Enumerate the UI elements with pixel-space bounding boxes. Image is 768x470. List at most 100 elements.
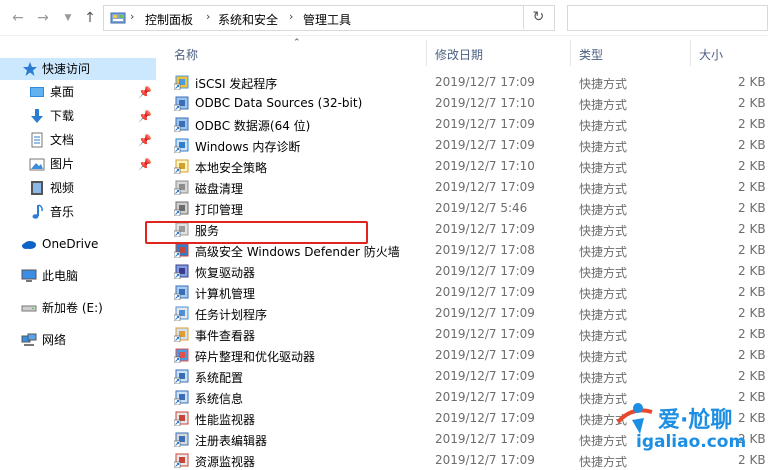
pin-icon[interactable]: 📌 — [138, 82, 152, 104]
sidebar-item-label: 快速访问 — [42, 62, 91, 76]
file-size: 2 KB — [738, 222, 766, 236]
file-type: 快捷方式 — [579, 203, 628, 217]
file-name: Windows 内存诊断 — [195, 140, 301, 154]
file-row[interactable]: 高级安全 Windows Defender 防火墙 2019/12/7 17:08… — [156, 240, 768, 261]
file-name: ODBC 数据源(64 位) — [195, 119, 311, 133]
pin-icon[interactable]: 📌 — [138, 106, 152, 128]
column-divider[interactable] — [426, 40, 427, 66]
file-row[interactable]: 计算机管理 2019/12/7 17:09 快捷方式 2 KB — [156, 282, 768, 303]
sidebar-item-new-volume[interactable]: 新加卷 (E:) — [0, 297, 156, 319]
video-icon — [31, 181, 43, 195]
download-icon — [31, 109, 43, 123]
breadcrumb-separator-icon: › — [289, 10, 294, 23]
sidebar-item-videos[interactable]: 视频 — [0, 177, 156, 199]
file-name: 系统信息 — [195, 392, 244, 406]
sidebar-item-this-pc[interactable]: 此电脑 — [0, 265, 156, 287]
sidebar-item-network[interactable]: 网络 — [0, 329, 156, 351]
sidebar-item-downloads[interactable]: 下载 📌 — [0, 105, 156, 127]
column-header-date[interactable]: 修改日期 — [435, 46, 483, 63]
breadcrumb-system-security[interactable]: 系统和安全 — [218, 11, 278, 28]
watermark: 爱·尬聊 igaliao.com — [612, 398, 768, 470]
file-name: 事件查看器 — [195, 329, 256, 343]
shortcut-icon — [174, 432, 189, 447]
file-date: 2019/12/7 17:10 — [435, 159, 535, 173]
file-row[interactable]: 磁盘清理 2019/12/7 17:09 快捷方式 2 KB — [156, 177, 768, 198]
shortcut-icon — [174, 285, 189, 300]
sidebar-item-quick-access[interactable]: 快速访问 — [0, 58, 156, 80]
pin-icon[interactable]: 📌 — [138, 130, 152, 152]
sidebar-item-label: 下载 — [50, 109, 75, 123]
column-header-type[interactable]: 类型 — [579, 46, 603, 63]
address-bar[interactable]: › 控制面板 › 系统和安全 › 管理工具 ⌄ — [103, 5, 611, 31]
shortcut-icon — [174, 222, 189, 237]
file-date: 2019/12/7 17:09 — [435, 306, 535, 320]
sidebar-item-label: 桌面 — [50, 85, 75, 99]
file-name: 性能监视器 — [195, 413, 256, 427]
file-row[interactable]: 恢复驱动器 2019/12/7 17:09 快捷方式 2 KB — [156, 261, 768, 282]
sidebar-item-pictures[interactable]: 图片 📌 — [0, 153, 156, 175]
file-type: 快捷方式 — [579, 287, 628, 301]
file-date: 2019/12/7 17:09 — [435, 369, 535, 383]
file-row[interactable]: Windows 内存诊断 2019/12/7 17:09 快捷方式 2 KB — [156, 135, 768, 156]
column-header-size[interactable]: 大小 — [699, 46, 723, 63]
file-name: 碎片整理和优化驱动器 — [195, 350, 316, 364]
file-type: 快捷方式 — [579, 308, 628, 322]
sidebar-item-onedrive[interactable]: OneDrive — [0, 233, 156, 255]
file-date: 2019/12/7 17:09 — [435, 222, 535, 236]
column-divider[interactable] — [690, 40, 691, 66]
file-size: 2 KB — [738, 327, 766, 341]
shortcut-icon — [174, 138, 189, 153]
sidebar-item-documents[interactable]: 文档 📌 — [0, 129, 156, 151]
arrow-left-icon[interactable]: ← — [8, 8, 28, 28]
search-input[interactable] — [567, 5, 768, 31]
sidebar-item-label: 图片 — [50, 157, 75, 171]
file-row[interactable]: 系统配置 2019/12/7 17:09 快捷方式 2 KB — [156, 366, 768, 387]
file-name: 本地安全策略 — [195, 161, 268, 175]
file-row[interactable]: 任务计划程序 2019/12/7 17:09 快捷方式 2 KB — [156, 303, 768, 324]
breadcrumb-admin-tools[interactable]: 管理工具 — [303, 11, 351, 28]
file-name: 任务计划程序 — [195, 308, 268, 322]
column-header-name[interactable]: 名称 — [174, 46, 198, 63]
refresh-icon[interactable]: ↻ — [523, 5, 553, 29]
star-icon — [23, 62, 37, 76]
file-date: 2019/12/7 17:10 — [435, 96, 535, 110]
pin-icon[interactable]: 📌 — [138, 154, 152, 176]
arrow-up-icon[interactable]: ↑ — [80, 8, 100, 28]
file-date: 2019/12/7 17:09 — [435, 327, 535, 341]
file-row[interactable]: 事件查看器 2019/12/7 17:09 快捷方式 2 KB — [156, 324, 768, 345]
shortcut-icon — [174, 411, 189, 426]
file-row[interactable]: 打印管理 2019/12/7 5:46 快捷方式 2 KB — [156, 198, 768, 219]
file-type: 快捷方式 — [579, 266, 628, 280]
arrow-right-icon[interactable]: → — [33, 8, 53, 28]
file-size: 2 KB — [738, 96, 766, 110]
file-row[interactable]: ODBC 数据源(64 位) 2019/12/7 17:09 快捷方式 2 KB — [156, 114, 768, 135]
file-date: 2019/12/7 17:09 — [435, 75, 535, 89]
file-date: 2019/12/7 17:09 — [435, 180, 535, 194]
file-size: 2 KB — [738, 201, 766, 215]
shortcut-icon — [174, 264, 189, 279]
breadcrumb-separator-icon: › — [130, 10, 135, 23]
file-row[interactable]: iSCSI 发起程序 2019/12/7 17:09 快捷方式 2 KB — [156, 72, 768, 93]
file-size: 2 KB — [738, 348, 766, 362]
computer-icon — [21, 269, 37, 282]
file-size: 2 KB — [738, 75, 766, 89]
file-date: 2019/12/7 17:09 — [435, 264, 535, 278]
chevron-down-icon[interactable]: ▼ — [58, 8, 78, 28]
file-row[interactable]: 本地安全策略 2019/12/7 17:10 快捷方式 2 KB — [156, 156, 768, 177]
file-name: 系统配置 — [195, 371, 244, 385]
desktop-icon — [30, 87, 44, 97]
breadcrumb-control-panel[interactable]: 控制面板 — [145, 11, 193, 28]
file-size: 2 KB — [738, 264, 766, 278]
file-row[interactable]: 碎片整理和优化驱动器 2019/12/7 17:09 快捷方式 2 KB — [156, 345, 768, 366]
file-date: 2019/12/7 17:09 — [435, 411, 535, 425]
file-row[interactable]: 服务 2019/12/7 17:09 快捷方式 2 KB — [156, 219, 768, 240]
column-divider[interactable] — [570, 40, 571, 66]
file-name: 高级安全 Windows Defender 防火墙 — [195, 245, 400, 259]
sidebar-item-desktop[interactable]: 桌面 📌 — [0, 81, 156, 103]
shortcut-icon — [174, 75, 189, 90]
sidebar-item-music[interactable]: 音乐 — [0, 201, 156, 223]
file-row[interactable]: ODBC Data Sources (32-bit) 2019/12/7 17:1… — [156, 93, 768, 114]
file-type: 快捷方式 — [579, 182, 628, 196]
file-name: 计算机管理 — [195, 287, 256, 301]
file-type: 快捷方式 — [579, 119, 628, 133]
